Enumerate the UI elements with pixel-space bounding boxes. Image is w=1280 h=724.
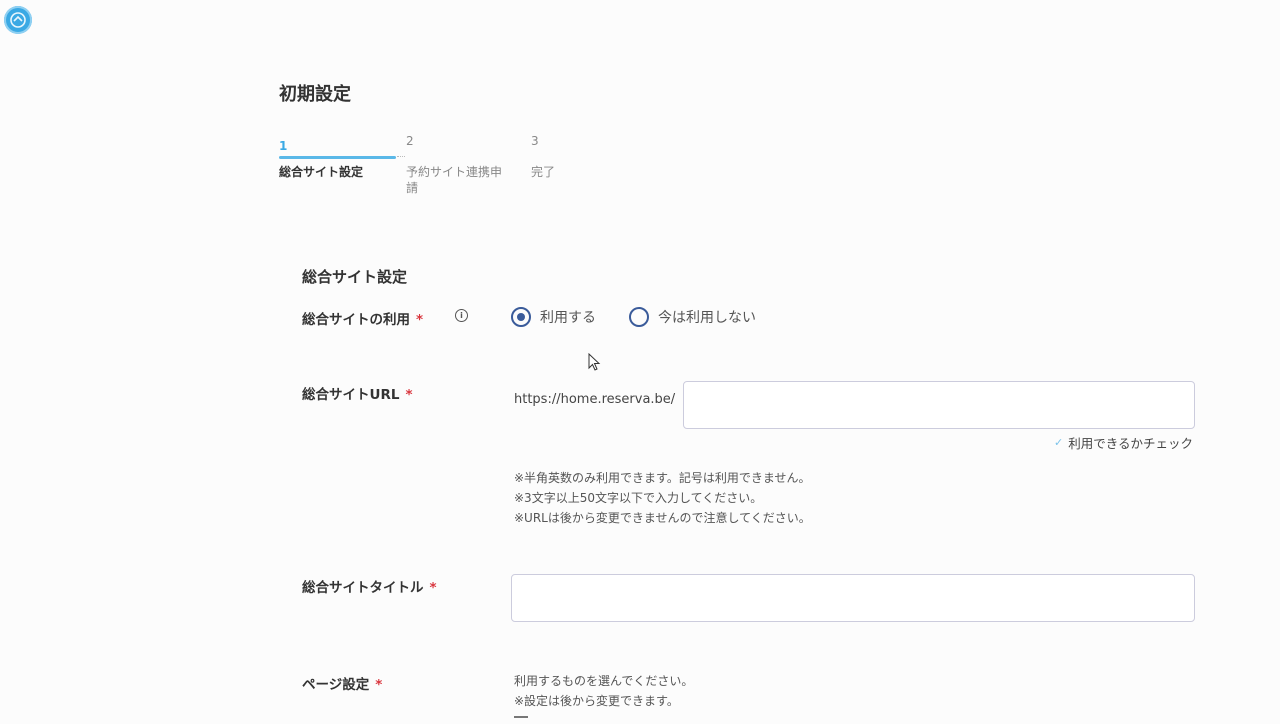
url-prefix: https://home.reserva.be/ — [514, 392, 676, 407]
url-label-text: 総合サイトURL — [302, 387, 400, 403]
url-notes: ※半角英数のみ利用できます。記号は利用できません。 ※3文字以上50文字以下で入… — [514, 468, 811, 528]
site-title-field-label: 総合サイトタイトル * — [302, 576, 437, 596]
step-connector — [397, 156, 405, 160]
check-availability-link[interactable]: ✓ 利用できるかチェック — [1054, 433, 1193, 452]
info-icon[interactable]: i — [455, 309, 468, 322]
radio-not-now-label: 今は利用しない — [658, 310, 756, 326]
page-settings-notes: 利用するものを選んでください。 ※設定は後から変更できます。 — [514, 671, 693, 711]
note-line: 利用するものを選んでください。 — [514, 674, 694, 688]
page-settings-label-text: ページ設定 — [302, 677, 370, 693]
step-number: 2 — [406, 134, 414, 148]
step-label: 完了 — [531, 165, 556, 179]
section-title: 総合サイト設定 — [302, 268, 408, 286]
mouse-cursor-icon — [588, 353, 601, 371]
radio-checked-icon[interactable] — [511, 307, 531, 327]
step-label: 予約サイト連携申請 — [406, 165, 503, 195]
app-logo-icon[interactable] — [4, 6, 32, 34]
radio-unchecked-icon[interactable] — [629, 307, 649, 327]
required-mark: * — [375, 677, 383, 693]
radio-use[interactable]: 利用する — [511, 307, 596, 327]
usage-label-text: 総合サイトの利用 — [302, 312, 410, 328]
url-input[interactable] — [683, 381, 1195, 429]
page-title: 初期設定 — [279, 84, 351, 105]
radio-use-label: 利用する — [540, 310, 596, 326]
step-number: 3 — [531, 134, 539, 148]
radio-not-now[interactable]: 今は利用しない — [629, 307, 756, 327]
note-line: ※半角英数のみ利用できます。記号は利用できません。 — [514, 471, 811, 485]
note-line: ※3文字以上50文字以下で入力してください。 — [514, 491, 763, 505]
step-number: 1 — [279, 139, 288, 153]
url-field-label: 総合サイトURL * — [302, 383, 413, 403]
usage-field-label: 総合サイトの利用 * — [302, 308, 423, 328]
logo-glyph-icon — [10, 12, 26, 28]
check-icon: ✓ — [1054, 436, 1064, 449]
site-title-input[interactable] — [511, 574, 1195, 622]
required-mark: * — [405, 387, 413, 403]
note-line: ※URLは後から変更できませんので注意してください。 — [514, 511, 811, 525]
note-line: ※設定は後から変更できます。 — [514, 694, 679, 708]
page-option-checkbox[interactable] — [514, 716, 528, 724]
page-settings-field-label: ページ設定 * — [302, 673, 382, 693]
required-mark: * — [429, 580, 437, 596]
check-availability-label: 利用できるかチェック — [1068, 436, 1193, 451]
step-label: 総合サイト設定 — [279, 165, 364, 179]
step-progress-bar — [279, 156, 396, 159]
site-title-label-text: 総合サイトタイトル — [302, 580, 424, 596]
required-mark: * — [416, 312, 424, 328]
